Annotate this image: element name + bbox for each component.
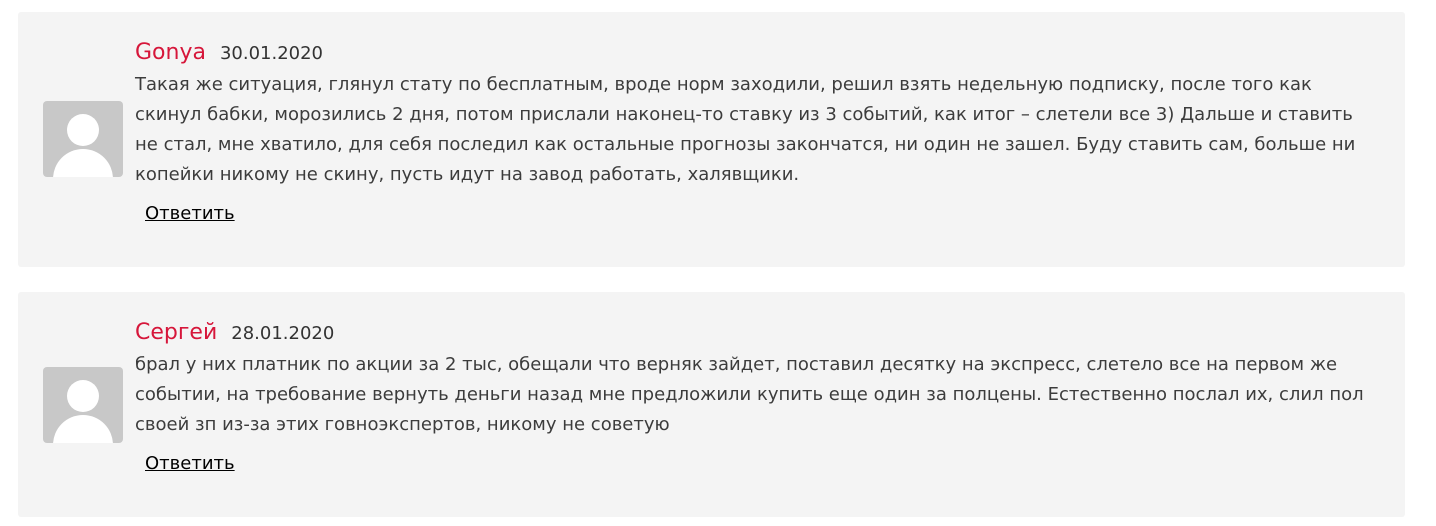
comment-item: Сергей 28.01.2020 брал у них платник по … <box>18 292 1405 517</box>
user-placeholder-icon <box>43 101 123 177</box>
comment-item: Gonya 30.01.2020 Такая же ситуация, глян… <box>18 12 1405 267</box>
reply-link[interactable]: Ответить <box>145 453 235 474</box>
reply-link[interactable]: Ответить <box>145 203 235 224</box>
comment-author[interactable]: Сергей <box>135 320 217 345</box>
comments-list: Gonya 30.01.2020 Такая же ситуация, глян… <box>0 0 1436 526</box>
avatar-body <box>53 149 113 177</box>
comment-text: Такая же ситуация, глянул стату по беспл… <box>135 74 1356 185</box>
comment-meta: Gonya 30.01.2020 <box>135 40 323 68</box>
comment-author[interactable]: Gonya <box>135 40 206 65</box>
comment-text: брал у них платник по акции за 2 тыс, об… <box>135 354 1364 435</box>
avatar-head <box>67 114 99 146</box>
comment-meta: Сергей 28.01.2020 <box>135 320 334 348</box>
comment-date: 30.01.2020 <box>219 43 324 64</box>
comment-date: 28.01.2020 <box>231 323 335 344</box>
user-placeholder-icon <box>43 367 123 443</box>
avatar-head <box>67 380 99 412</box>
avatar-body <box>53 415 113 443</box>
